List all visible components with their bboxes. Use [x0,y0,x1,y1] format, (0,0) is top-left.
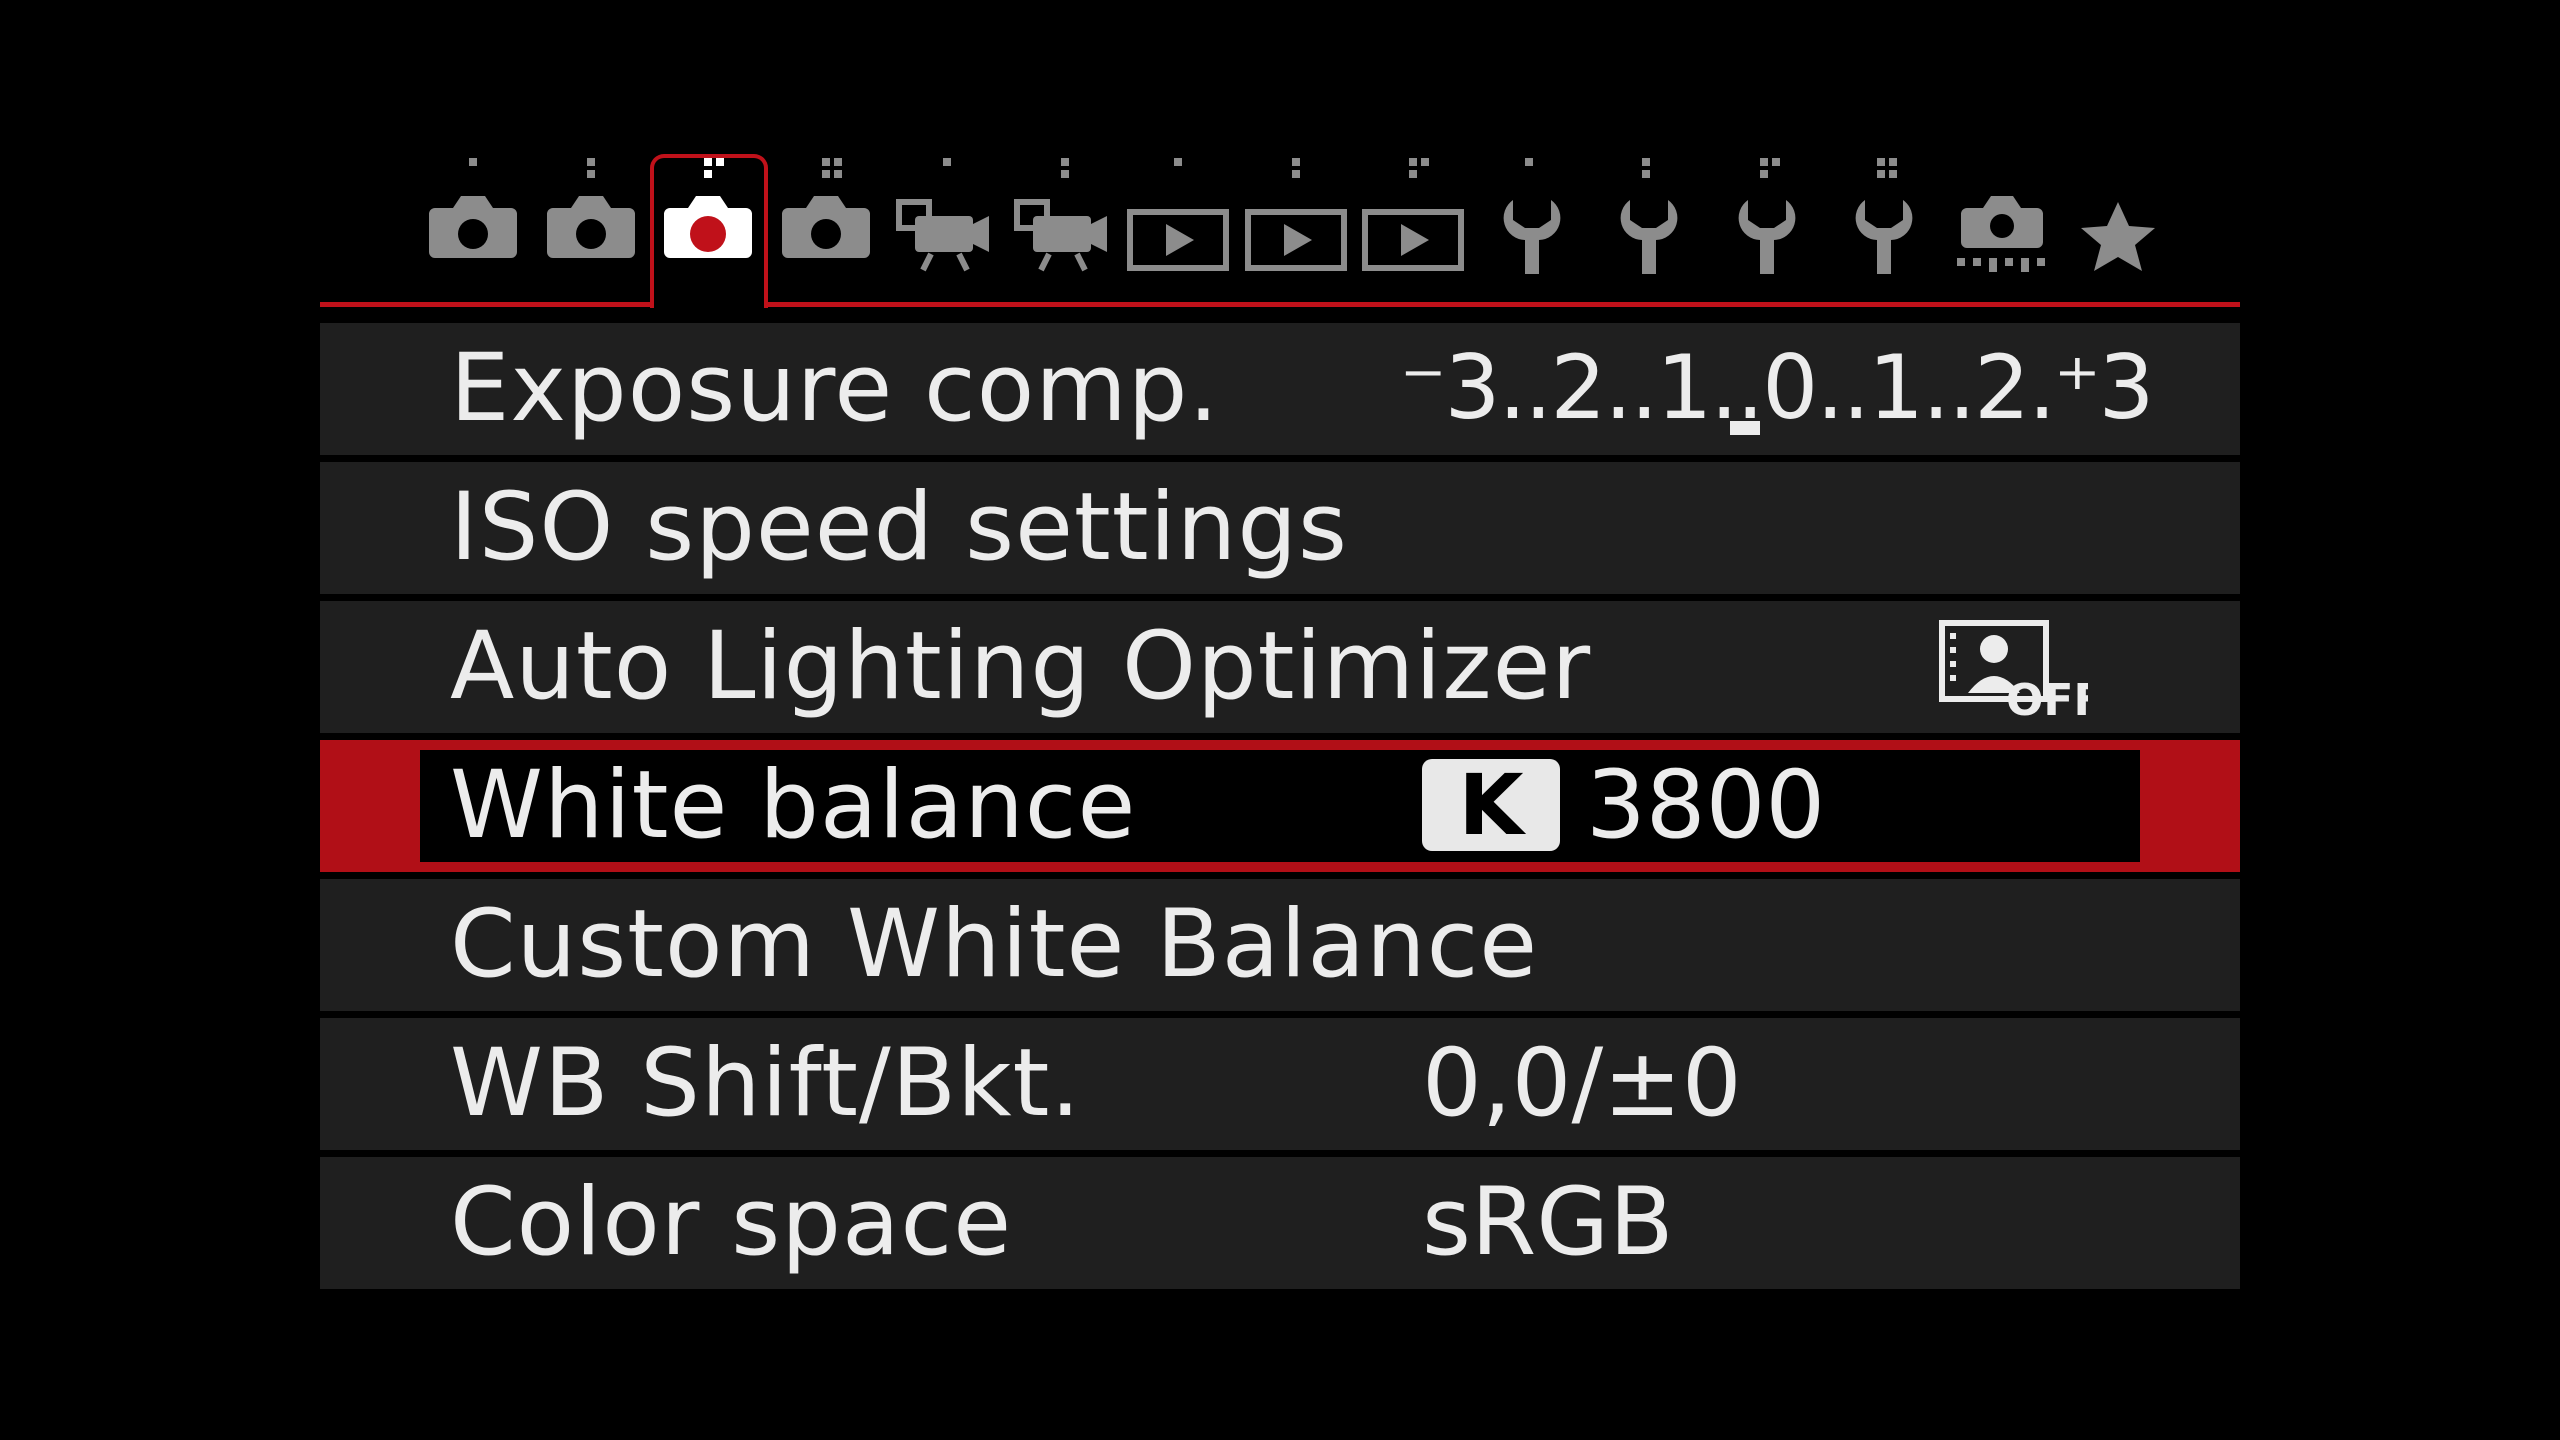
movie-camera-1-icon[interactable] [885,150,1001,298]
tab-underline [320,302,2240,307]
exposure-marker [1730,421,1760,435]
camera-4-icon[interactable] [768,150,884,298]
wrench-1-icon[interactable] [1473,150,1589,298]
white-balance-value: K 3800 [1422,740,1825,872]
alo-off-icon: OFF [1939,620,2088,719]
playback-1-icon[interactable] [1120,150,1236,298]
wrench-3-icon[interactable] [1708,150,1824,298]
wrench-2-icon[interactable] [1590,150,1706,298]
exposure-comp-label: Exposure comp. [450,334,1220,443]
color-space-value: sRGB [1422,1168,1674,1277]
menu-item-white-balance[interactable]: White balance K 3800 [320,740,2240,872]
menu-item-wb-shift[interactable]: WB Shift/Bkt. 0,0/±0 [320,1018,2240,1150]
my-menu-star-icon[interactable] [2060,150,2176,298]
color-space-label: Color space [450,1168,1013,1277]
alo-label: Auto Lighting Optimizer [450,612,1592,721]
menu-item-color-space[interactable]: Color space sRGB [320,1157,2240,1289]
custom-functions-icon[interactable] [1943,150,2059,298]
wb-shift-value: 0,0/±0 [1422,1029,1742,1138]
camera-menu: Exposure comp. ⁻3..2..1..0..1..2.⁺3 ISO … [320,150,2240,1296]
kelvin-badge: K [1422,759,1560,852]
camera-3-icon[interactable] [650,154,768,308]
iso-speed-label: ISO speed settings [450,473,1348,582]
white-balance-label: White balance [450,751,1137,860]
movie-camera-2-icon[interactable] [1003,150,1119,298]
custom-wb-label: Custom White Balance [450,890,1539,999]
playback-2-icon[interactable] [1238,150,1354,298]
menu-item-auto-lighting-optimizer[interactable]: Auto Lighting Optimizer OFF [320,601,2240,733]
camera-2-icon[interactable] [533,150,649,298]
wb-shift-label: WB Shift/Bkt. [450,1029,1082,1138]
svg-text:OFF: OFF [2006,675,2088,719]
menu-list: Exposure comp. ⁻3..2..1..0..1..2.⁺3 ISO … [320,323,2240,1289]
menu-item-iso-speed[interactable]: ISO speed settings [320,462,2240,594]
wrench-4-icon[interactable] [1825,150,1941,298]
menu-item-custom-white-balance[interactable]: Custom White Balance [320,879,2240,1011]
playback-3-icon[interactable] [1355,150,1471,298]
camera-1-icon[interactable] [415,150,531,298]
tab-strip [320,150,2240,308]
menu-item-exposure-comp[interactable]: Exposure comp. ⁻3..2..1..0..1..2.⁺3 [320,323,2240,455]
kelvin-value: 3800 [1586,751,1826,860]
exposure-scale: ⁻3..2..1..0..1..2.⁺3 [1400,336,2155,439]
